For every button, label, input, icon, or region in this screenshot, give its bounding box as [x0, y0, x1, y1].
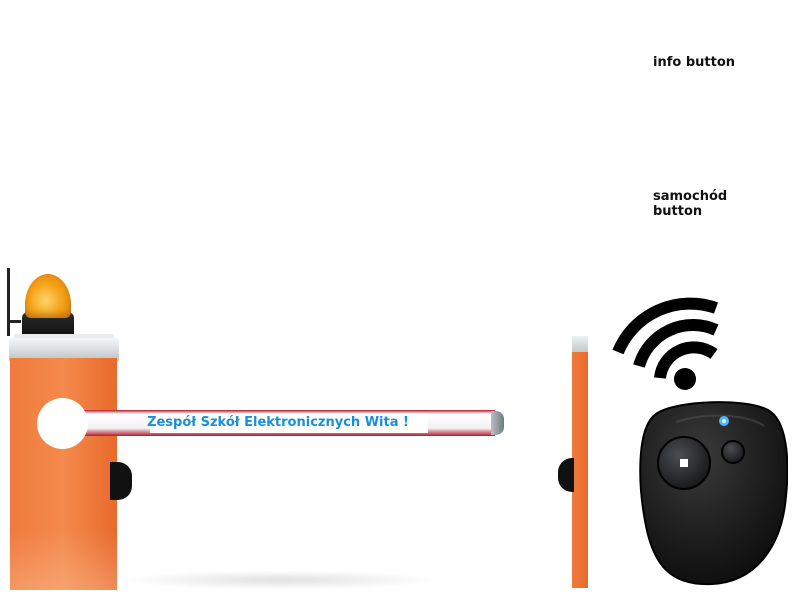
gate-cabinet — [10, 358, 117, 590]
antenna-mount — [7, 320, 21, 323]
floor-shadow — [120, 570, 440, 590]
barrier-arm-text: Zespół Szkół Elektronicznych Wita ! — [147, 415, 409, 430]
arm-hinge — [37, 398, 88, 449]
car-button[interactable]: samochód button — [653, 189, 743, 219]
gate-cap — [9, 338, 119, 360]
remote-control-icon[interactable] — [636, 396, 788, 586]
gate-knob — [110, 462, 132, 500]
barrier-arm-tip — [491, 411, 504, 435]
post-knob — [558, 458, 574, 492]
antenna-icon — [7, 268, 10, 336]
wifi-signal-icon — [612, 297, 719, 390]
warning-lamp-icon — [25, 274, 71, 318]
post-body — [572, 338, 588, 588]
post-cap — [572, 336, 588, 352]
info-button[interactable]: info button — [653, 55, 735, 70]
